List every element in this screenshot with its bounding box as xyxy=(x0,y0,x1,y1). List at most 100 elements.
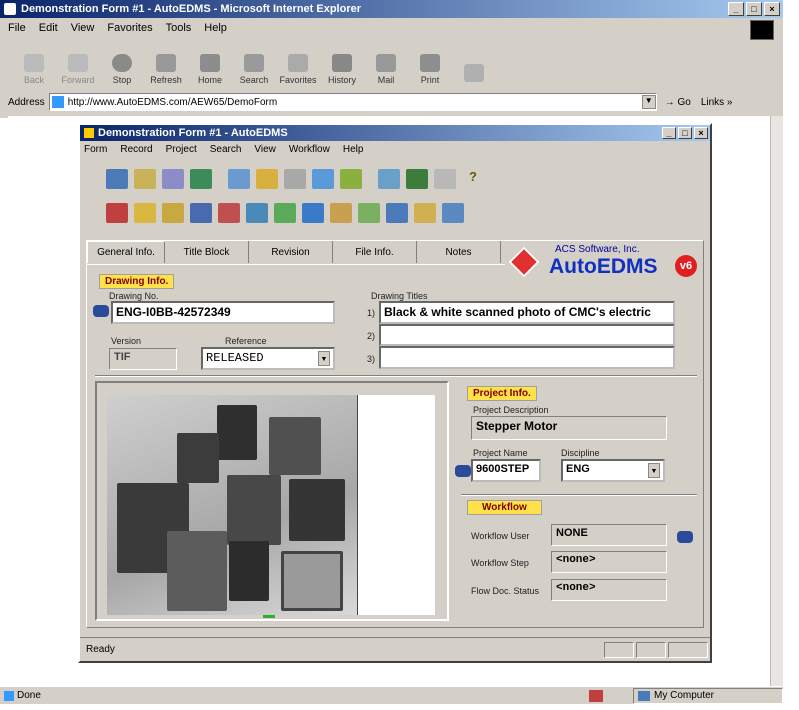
project-name-field[interactable]: 9600STEP xyxy=(471,459,541,482)
app-menu-record[interactable]: Record xyxy=(120,144,152,155)
view-icon[interactable] xyxy=(340,169,362,189)
app-maximize-icon[interactable]: □ xyxy=(678,127,692,139)
app-menu-search[interactable]: Search xyxy=(210,144,242,155)
menu-edit[interactable]: Edit xyxy=(39,22,58,34)
app-minimize-icon[interactable]: _ xyxy=(662,127,676,139)
drawing-lookup-icon[interactable] xyxy=(93,305,109,317)
workflow-lookup-icon[interactable] xyxy=(677,531,693,543)
address-input[interactable]: http://www.AutoEDMS.com/AEW65/DemoForm ▼ xyxy=(48,93,657,111)
stack-icon[interactable] xyxy=(302,203,324,223)
maximize-icon[interactable]: □ xyxy=(746,2,762,16)
reference-dropdown-icon[interactable]: ▼ xyxy=(318,351,330,366)
stop-button[interactable]: Stop xyxy=(100,45,144,85)
structure-icon[interactable] xyxy=(246,203,268,223)
forward-button[interactable]: Forward xyxy=(56,45,100,85)
go-button[interactable]: → Go xyxy=(665,97,691,108)
drawing-no-field[interactable]: ENG-I0BB-42572349 xyxy=(111,301,335,324)
motor-graphic xyxy=(217,405,257,460)
app-status-bar: Ready xyxy=(80,637,710,661)
history-button[interactable]: History xyxy=(320,45,364,85)
app-close-icon[interactable]: × xyxy=(694,127,708,139)
image-viewer[interactable] xyxy=(95,381,449,621)
mail-icon xyxy=(376,54,396,72)
menu-help[interactable]: Help xyxy=(204,22,227,34)
favorites-button[interactable]: Favorites xyxy=(276,45,320,85)
export-icon[interactable] xyxy=(406,169,428,189)
menu-file[interactable]: File xyxy=(8,22,26,34)
edit-icon[interactable] xyxy=(134,169,156,189)
address-dropdown-icon[interactable]: ▼ xyxy=(641,95,656,109)
refresh-button[interactable]: Refresh xyxy=(144,45,188,85)
tab-general-info[interactable]: General Info. xyxy=(87,241,165,263)
archive-icon[interactable] xyxy=(386,203,408,223)
reference-label: Reference xyxy=(225,336,267,346)
form-panel: General Info. Title Block Revision File … xyxy=(86,240,704,628)
undo-icon[interactable] xyxy=(378,169,400,189)
discipline-select[interactable]: ENG ▼ xyxy=(561,459,665,482)
print-button[interactable]: Print xyxy=(408,45,452,85)
save-icon[interactable] xyxy=(190,203,212,223)
import-icon[interactable] xyxy=(442,203,464,223)
pen-icon[interactable] xyxy=(330,203,352,223)
motor-graphic xyxy=(269,417,321,475)
network-icon[interactable] xyxy=(274,203,296,223)
tab-file-info[interactable]: File Info. xyxy=(333,241,417,263)
delete-icon[interactable] xyxy=(106,203,128,223)
app-menu-form[interactable]: Form xyxy=(84,144,107,155)
tab-title-block[interactable]: Title Block xyxy=(165,241,249,263)
forward-arrow-icon xyxy=(68,54,88,72)
page-icon[interactable] xyxy=(434,169,456,189)
edit-form-icon[interactable] xyxy=(218,203,240,223)
project-lookup-icon[interactable] xyxy=(455,465,471,477)
folder-icon[interactable] xyxy=(162,203,184,223)
close-icon[interactable]: × xyxy=(764,2,780,16)
minimize-icon[interactable]: _ xyxy=(728,2,744,16)
done-page-icon xyxy=(4,690,14,701)
browser-title-bar: Demonstration Form #1 - AutoEDMS - Micro… xyxy=(0,0,783,18)
checkout-icon[interactable] xyxy=(228,169,250,189)
new-form-icon[interactable] xyxy=(106,169,128,189)
status-pane xyxy=(604,641,634,658)
title-line-2[interactable] xyxy=(379,324,675,346)
reference-select[interactable]: RELEASED ▼ xyxy=(201,347,335,370)
address-bar: Address http://www.AutoEDMS.com/AEW65/De… xyxy=(0,90,783,114)
search-icon xyxy=(244,54,264,72)
app-menu-help[interactable]: Help xyxy=(343,144,364,155)
menu-view[interactable]: View xyxy=(71,22,95,34)
tab-notes[interactable]: Notes xyxy=(417,241,501,263)
app-menu-workflow[interactable]: Workflow xyxy=(289,144,330,155)
edit-button[interactable] xyxy=(452,45,496,85)
status-pane xyxy=(668,641,708,658)
copy-icon[interactable] xyxy=(162,169,184,189)
tree-icon[interactable] xyxy=(190,169,212,189)
discipline-dropdown-icon[interactable]: ▼ xyxy=(648,463,660,478)
vertical-scrollbar[interactable] xyxy=(770,116,783,686)
favorites-icon xyxy=(288,54,308,72)
search-button[interactable]: Search xyxy=(232,45,276,85)
menu-tools[interactable]: Tools xyxy=(166,22,192,34)
folder-open-icon[interactable] xyxy=(134,203,156,223)
motor-graphic xyxy=(177,433,219,483)
mail-button[interactable]: Mail xyxy=(364,45,408,85)
help-icon[interactable]: ? xyxy=(462,169,484,189)
drawing-titles-label: Drawing Titles xyxy=(371,291,428,301)
disk-icon[interactable] xyxy=(284,169,306,189)
discipline-label: Discipline xyxy=(561,448,600,458)
home-button[interactable]: Home xyxy=(188,45,232,85)
checkin-icon[interactable] xyxy=(256,169,278,189)
history-icon xyxy=(332,54,352,72)
tab-revision[interactable]: Revision xyxy=(249,241,333,263)
transfer-icon[interactable] xyxy=(312,169,334,189)
chart-icon[interactable] xyxy=(358,203,380,223)
viewer-whitespace xyxy=(357,395,435,615)
move-icon[interactable] xyxy=(414,203,436,223)
title-num-1: 1) xyxy=(367,308,376,318)
links-button[interactable]: Links » xyxy=(701,97,733,108)
flow-doc-status-field: <none> xyxy=(551,579,667,601)
menu-favorites[interactable]: Favorites xyxy=(107,22,152,34)
app-menu-project[interactable]: Project xyxy=(166,144,197,155)
app-menu-view[interactable]: View xyxy=(254,144,276,155)
title-line-3[interactable] xyxy=(379,346,675,369)
title-line-1[interactable]: Black & white scanned photo of CMC's ele… xyxy=(379,301,675,324)
back-button[interactable]: Back xyxy=(12,45,56,85)
